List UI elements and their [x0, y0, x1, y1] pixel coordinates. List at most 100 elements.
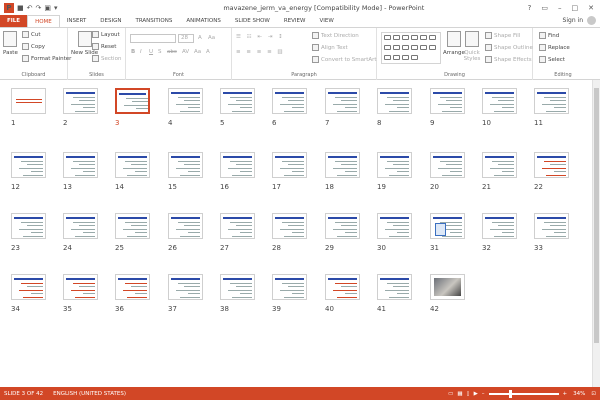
slide-thumbnail[interactable] — [272, 213, 307, 239]
zoom-slider[interactable] — [488, 389, 559, 398]
slide-thumbnail[interactable] — [534, 152, 569, 178]
strikethrough-button[interactable]: abc — [167, 49, 177, 55]
slide-thumbnail[interactable] — [325, 152, 360, 178]
tab-animations[interactable]: ANIMATIONS — [179, 15, 228, 27]
normal-view-icon[interactable]: ▭ — [448, 391, 453, 397]
reading-view-icon[interactable]: ▯ — [467, 391, 470, 397]
slide-thumbnail[interactable] — [430, 152, 465, 178]
layout-button[interactable]: Layout — [92, 31, 120, 38]
tab-design[interactable]: DESIGN — [93, 15, 128, 27]
font-size-box[interactable]: 28 — [178, 34, 194, 43]
shape-outline-button[interactable]: Shape Outline — [485, 44, 533, 51]
slide-thumbnail[interactable] — [11, 88, 46, 114]
slide-thumbnail[interactable] — [115, 274, 150, 300]
slide-thumbnail[interactable] — [430, 274, 465, 300]
slide-thumbnail[interactable] — [534, 213, 569, 239]
slide-thumbnail[interactable] — [220, 88, 255, 114]
slide-thumbnail[interactable] — [482, 152, 517, 178]
alignment-buttons[interactable]: ≡ ≡ ≡ ≡ ▥ — [236, 49, 285, 55]
shape-moon-icon[interactable] — [411, 55, 418, 60]
slide-thumbnail[interactable] — [377, 274, 412, 300]
tab-slide-show[interactable]: SLIDE SHOW — [228, 15, 277, 27]
zoom-level[interactable]: 34% — [573, 391, 585, 397]
slide-thumbnail[interactable] — [220, 213, 255, 239]
sign-in[interactable]: Sign in — [563, 16, 596, 25]
bold-button[interactable]: B — [131, 49, 135, 55]
slide-thumbnail[interactable] — [325, 213, 360, 239]
shape-fill-button[interactable]: Shape Fill — [485, 32, 520, 39]
shape-heart-icon[interactable] — [402, 55, 409, 60]
slide-thumbnail[interactable] — [115, 88, 150, 114]
underline-button[interactable]: U — [149, 49, 153, 55]
tab-insert[interactable]: INSERT — [60, 15, 93, 27]
slide-thumbnail[interactable] — [220, 274, 255, 300]
grow-font-button[interactable]: A — [198, 35, 202, 41]
slide-thumbnail[interactable] — [377, 213, 412, 239]
clear-formatting-button[interactable]: Aa — [208, 35, 215, 41]
replace-button[interactable]: Replace — [539, 44, 570, 51]
slide-thumbnail[interactable] — [63, 152, 98, 178]
bullets-numbering-buttons[interactable]: ☰ ☷ ⇤ ⇥ ↕ — [236, 34, 285, 40]
shape-oval-icon[interactable] — [411, 35, 418, 40]
ribbon-display-options-icon[interactable]: ▭ — [541, 4, 548, 12]
shape-star-icon[interactable] — [429, 35, 436, 40]
arrange-button[interactable]: Arrange — [443, 31, 465, 56]
cut-button[interactable]: Cut — [22, 31, 40, 38]
slide-thumbnail[interactable] — [63, 274, 98, 300]
zoom-slider-handle[interactable] — [508, 389, 512, 398]
vertical-scrollbar[interactable] — [592, 80, 600, 387]
shape-round-rect-icon[interactable] — [384, 55, 391, 60]
slide-thumbnail[interactable] — [115, 152, 150, 178]
slide-thumbnail[interactable] — [11, 152, 46, 178]
zoom-in-button[interactable]: + — [563, 391, 568, 397]
tab-view[interactable]: VIEW — [312, 15, 340, 27]
slide-thumbnail[interactable] — [168, 274, 203, 300]
shape-brace-icon[interactable] — [384, 45, 391, 50]
reset-button[interactable]: Reset — [92, 43, 116, 50]
shape-line-icon[interactable] — [393, 35, 400, 40]
help-icon[interactable]: ? — [528, 4, 532, 12]
change-case-button[interactable]: Aa — [194, 49, 201, 55]
slide-thumbnail[interactable] — [63, 213, 98, 239]
close-icon[interactable]: ✕ — [588, 4, 594, 12]
find-button[interactable]: Find — [539, 32, 559, 39]
sign-in-label[interactable]: Sign in — [563, 17, 583, 24]
language-indicator[interactable]: ENGLISH (UNITED STATES) — [53, 391, 126, 397]
slide-sorter-icon[interactable]: ▦ — [457, 391, 462, 397]
slide-thumbnail[interactable] — [325, 274, 360, 300]
tab-home[interactable]: HOME — [27, 14, 60, 28]
slide-thumbnail[interactable] — [168, 213, 203, 239]
shape-block-arrow-icon[interactable] — [411, 45, 418, 50]
tab-transitions[interactable]: TRANSITIONS — [128, 15, 179, 27]
paste-button[interactable]: Paste — [3, 31, 18, 56]
slide-thumbnail[interactable] — [220, 152, 255, 178]
slide-thumbnail[interactable] — [430, 88, 465, 114]
slide-thumbnail[interactable] — [272, 152, 307, 178]
slide-thumbnail[interactable] — [272, 88, 307, 114]
avatar[interactable] — [587, 16, 596, 25]
slide-thumbnail[interactable] — [430, 213, 465, 239]
shape-triangle-icon[interactable] — [420, 35, 427, 40]
slide-thumbnail[interactable] — [168, 88, 203, 114]
shape-callout-icon[interactable] — [393, 45, 400, 50]
shape-effects-button[interactable]: Shape Effects — [485, 56, 532, 63]
customize-qat-icon[interactable]: ▾ — [54, 4, 58, 12]
quick-styles-button[interactable]: Quick Styles — [463, 31, 481, 62]
tab-review[interactable]: REVIEW — [277, 15, 313, 27]
undo-icon[interactable]: ↶ — [27, 4, 33, 12]
align-text-button[interactable]: Align Text — [312, 44, 348, 51]
slide-thumbnail[interactable] — [325, 88, 360, 114]
character-spacing-button[interactable]: AV — [182, 49, 189, 55]
font-color-button[interactable]: A — [206, 49, 210, 55]
copy-button[interactable]: Copy — [22, 43, 45, 50]
tab-file[interactable]: FILE — [0, 15, 28, 27]
slideshow-icon[interactable]: ▶ — [474, 391, 478, 397]
fit-slide-icon[interactable]: ⊡ — [591, 391, 596, 397]
convert-smartart-button[interactable]: Convert to SmartArt — [312, 56, 377, 63]
slide-thumbnail[interactable] — [482, 213, 517, 239]
text-shadow-button[interactable]: S — [158, 49, 162, 55]
text-direction-button[interactable]: Text Direction — [312, 32, 359, 39]
slide-thumbnail[interactable] — [11, 213, 46, 239]
slide-thumbnail[interactable] — [377, 152, 412, 178]
slide-thumbnail[interactable] — [168, 152, 203, 178]
